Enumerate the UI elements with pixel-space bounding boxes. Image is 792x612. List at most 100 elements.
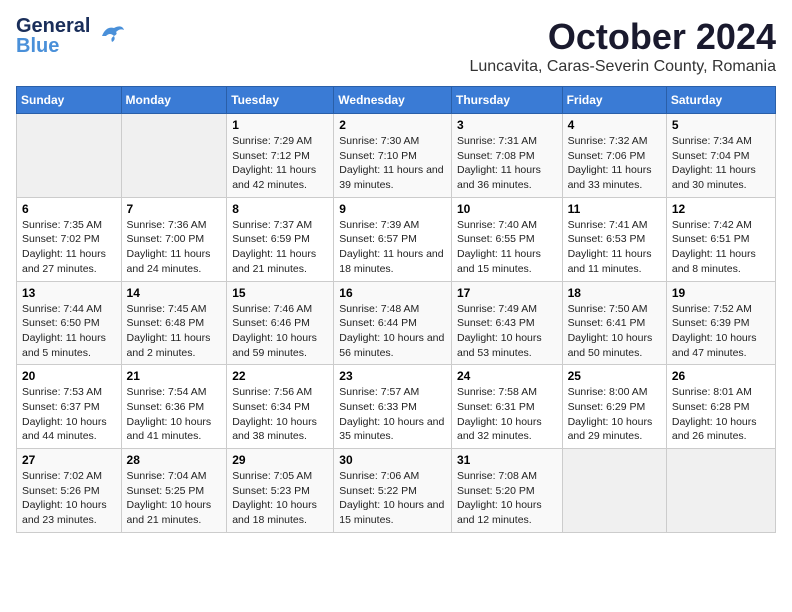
- calendar-cell: 23 Sunrise: 7:57 AMSunset: 6:33 PMDayligh…: [334, 365, 452, 449]
- calendar-cell: 29 Sunrise: 7:05 AMSunset: 5:23 PMDayligh…: [227, 449, 334, 533]
- weekday-header-friday: Friday: [562, 87, 666, 114]
- day-info: Sunrise: 7:06 AMSunset: 5:22 PMDaylight:…: [339, 469, 446, 528]
- calendar-cell: 26 Sunrise: 8:01 AMSunset: 6:28 PMDayligh…: [666, 365, 775, 449]
- day-number: 30: [339, 453, 446, 467]
- day-info: Sunrise: 7:40 AMSunset: 6:55 PMDaylight:…: [457, 218, 557, 277]
- day-info: Sunrise: 8:00 AMSunset: 6:29 PMDaylight:…: [568, 385, 661, 444]
- title-block: October 2024 Luncavita, Caras-Severin Co…: [469, 16, 776, 76]
- day-info: Sunrise: 7:37 AMSunset: 6:59 PMDaylight:…: [232, 218, 328, 277]
- calendar-week-row: 13Sunrise: 7:44 AMSunset: 6:50 PMDayligh…: [17, 281, 776, 365]
- calendar-cell: 1 Sunrise: 7:29 AMSunset: 7:12 PMDaylight…: [227, 114, 334, 198]
- calendar-cell: 2 Sunrise: 7:30 AMSunset: 7:10 PMDaylight…: [334, 114, 452, 198]
- calendar-cell: 3 Sunrise: 7:31 AMSunset: 7:08 PMDaylight…: [451, 114, 562, 198]
- day-info: Sunrise: 7:45 AMSunset: 6:48 PMDaylight:…: [127, 302, 222, 361]
- calendar-cell: 14Sunrise: 7:45 AMSunset: 6:48 PMDayligh…: [121, 281, 227, 365]
- day-info: Sunrise: 7:53 AMSunset: 6:37 PMDaylight:…: [22, 385, 116, 444]
- day-number: 31: [457, 453, 557, 467]
- weekday-header-row: SundayMondayTuesdayWednesdayThursdayFrid…: [17, 87, 776, 114]
- day-number: 11: [568, 202, 661, 216]
- calendar-cell: [666, 449, 775, 533]
- day-number: 27: [22, 453, 116, 467]
- calendar-week-row: 20 Sunrise: 7:53 AMSunset: 6:37 PMDayligh…: [17, 365, 776, 449]
- day-number: 26: [672, 369, 770, 383]
- day-info: Sunrise: 7:44 AMSunset: 6:50 PMDaylight:…: [22, 302, 116, 361]
- day-number: 8: [232, 202, 328, 216]
- day-info: Sunrise: 7:36 AMSunset: 7:00 PMDaylight:…: [127, 218, 222, 277]
- calendar-cell: [562, 449, 666, 533]
- day-number: 3: [457, 118, 557, 132]
- calendar-cell: 5Sunrise: 7:34 AMSunset: 7:04 PMDaylight…: [666, 114, 775, 198]
- day-info: Sunrise: 7:35 AMSunset: 7:02 PMDaylight:…: [22, 218, 116, 277]
- calendar-cell: 28 Sunrise: 7:04 AMSunset: 5:25 PMDayligh…: [121, 449, 227, 533]
- day-info: Sunrise: 7:57 AMSunset: 6:33 PMDaylight:…: [339, 385, 446, 444]
- day-number: 1: [232, 118, 328, 132]
- day-info: Sunrise: 7:52 AMSunset: 6:39 PMDaylight:…: [672, 302, 770, 361]
- calendar-table: SundayMondayTuesdayWednesdayThursdayFrid…: [16, 86, 776, 533]
- day-number: 15: [232, 286, 328, 300]
- day-number: 18: [568, 286, 661, 300]
- calendar-cell: 30 Sunrise: 7:06 AMSunset: 5:22 PMDayligh…: [334, 449, 452, 533]
- location-title: Luncavita, Caras-Severin County, Romania: [469, 58, 776, 76]
- day-number: 4: [568, 118, 661, 132]
- day-info: Sunrise: 7:30 AMSunset: 7:10 PMDaylight:…: [339, 134, 446, 193]
- calendar-cell: 7Sunrise: 7:36 AMSunset: 7:00 PMDaylight…: [121, 197, 227, 281]
- calendar-cell: 4 Sunrise: 7:32 AMSunset: 7:06 PMDaylight…: [562, 114, 666, 198]
- calendar-cell: 27 Sunrise: 7:02 AMSunset: 5:26 PMDayligh…: [17, 449, 122, 533]
- day-number: 10: [457, 202, 557, 216]
- day-number: 2: [339, 118, 446, 132]
- month-title: October 2024: [469, 16, 776, 58]
- day-number: 9: [339, 202, 446, 216]
- weekday-header-sunday: Sunday: [17, 87, 122, 114]
- day-info: Sunrise: 7:29 AMSunset: 7:12 PMDaylight:…: [232, 134, 328, 193]
- day-number: 5: [672, 118, 770, 132]
- weekday-header-saturday: Saturday: [666, 87, 775, 114]
- calendar-cell: 16Sunrise: 7:48 AMSunset: 6:44 PMDayligh…: [334, 281, 452, 365]
- day-number: 28: [127, 453, 222, 467]
- calendar-cell: [17, 114, 122, 198]
- day-info: Sunrise: 7:42 AMSunset: 6:51 PMDaylight:…: [672, 218, 770, 277]
- calendar-week-row: 6 Sunrise: 7:35 AMSunset: 7:02 PMDaylight…: [17, 197, 776, 281]
- weekday-header-monday: Monday: [121, 87, 227, 114]
- calendar-week-row: 1 Sunrise: 7:29 AMSunset: 7:12 PMDaylight…: [17, 114, 776, 198]
- calendar-cell: 24 Sunrise: 7:58 AMSunset: 6:31 PMDayligh…: [451, 365, 562, 449]
- logo-blue: Blue: [16, 36, 90, 56]
- day-info: Sunrise: 7:04 AMSunset: 5:25 PMDaylight:…: [127, 469, 222, 528]
- day-info: Sunrise: 7:56 AMSunset: 6:34 PMDaylight:…: [232, 385, 328, 444]
- day-info: Sunrise: 7:46 AMSunset: 6:46 PMDaylight:…: [232, 302, 328, 361]
- day-number: 25: [568, 369, 661, 383]
- day-info: Sunrise: 7:32 AMSunset: 7:06 PMDaylight:…: [568, 134, 661, 193]
- day-number: 23: [339, 369, 446, 383]
- day-info: Sunrise: 8:01 AMSunset: 6:28 PMDaylight:…: [672, 385, 770, 444]
- day-info: Sunrise: 7:41 AMSunset: 6:53 PMDaylight:…: [568, 218, 661, 277]
- calendar-cell: 11 Sunrise: 7:41 AMSunset: 6:53 PMDayligh…: [562, 197, 666, 281]
- day-info: Sunrise: 7:02 AMSunset: 5:26 PMDaylight:…: [22, 469, 116, 528]
- calendar-cell: 12 Sunrise: 7:42 AMSunset: 6:51 PMDayligh…: [666, 197, 775, 281]
- calendar-cell: 15 Sunrise: 7:46 AMSunset: 6:46 PMDayligh…: [227, 281, 334, 365]
- day-number: 20: [22, 369, 116, 383]
- weekday-header-tuesday: Tuesday: [227, 87, 334, 114]
- calendar-week-row: 27 Sunrise: 7:02 AMSunset: 5:26 PMDayligh…: [17, 449, 776, 533]
- calendar-cell: 13Sunrise: 7:44 AMSunset: 6:50 PMDayligh…: [17, 281, 122, 365]
- calendar-cell: 22 Sunrise: 7:56 AMSunset: 6:34 PMDayligh…: [227, 365, 334, 449]
- day-number: 19: [672, 286, 770, 300]
- day-number: 6: [22, 202, 116, 216]
- calendar-cell: 10 Sunrise: 7:40 AMSunset: 6:55 PMDayligh…: [451, 197, 562, 281]
- day-info: Sunrise: 7:58 AMSunset: 6:31 PMDaylight:…: [457, 385, 557, 444]
- calendar-cell: 6 Sunrise: 7:35 AMSunset: 7:02 PMDaylight…: [17, 197, 122, 281]
- logo-bird-icon: [94, 18, 126, 55]
- day-number: 22: [232, 369, 328, 383]
- calendar-cell: 19 Sunrise: 7:52 AMSunset: 6:39 PMDayligh…: [666, 281, 775, 365]
- calendar-cell: 20 Sunrise: 7:53 AMSunset: 6:37 PMDayligh…: [17, 365, 122, 449]
- day-info: Sunrise: 7:31 AMSunset: 7:08 PMDaylight:…: [457, 134, 557, 193]
- day-info: Sunrise: 7:39 AMSunset: 6:57 PMDaylight:…: [339, 218, 446, 277]
- calendar-cell: 18Sunrise: 7:50 AMSunset: 6:41 PMDayligh…: [562, 281, 666, 365]
- day-number: 17: [457, 286, 557, 300]
- day-info: Sunrise: 7:49 AMSunset: 6:43 PMDaylight:…: [457, 302, 557, 361]
- day-info: Sunrise: 7:05 AMSunset: 5:23 PMDaylight:…: [232, 469, 328, 528]
- calendar-cell: [121, 114, 227, 198]
- day-info: Sunrise: 7:54 AMSunset: 6:36 PMDaylight:…: [127, 385, 222, 444]
- day-number: 12: [672, 202, 770, 216]
- day-number: 24: [457, 369, 557, 383]
- day-number: 29: [232, 453, 328, 467]
- day-info: Sunrise: 7:08 AMSunset: 5:20 PMDaylight:…: [457, 469, 557, 528]
